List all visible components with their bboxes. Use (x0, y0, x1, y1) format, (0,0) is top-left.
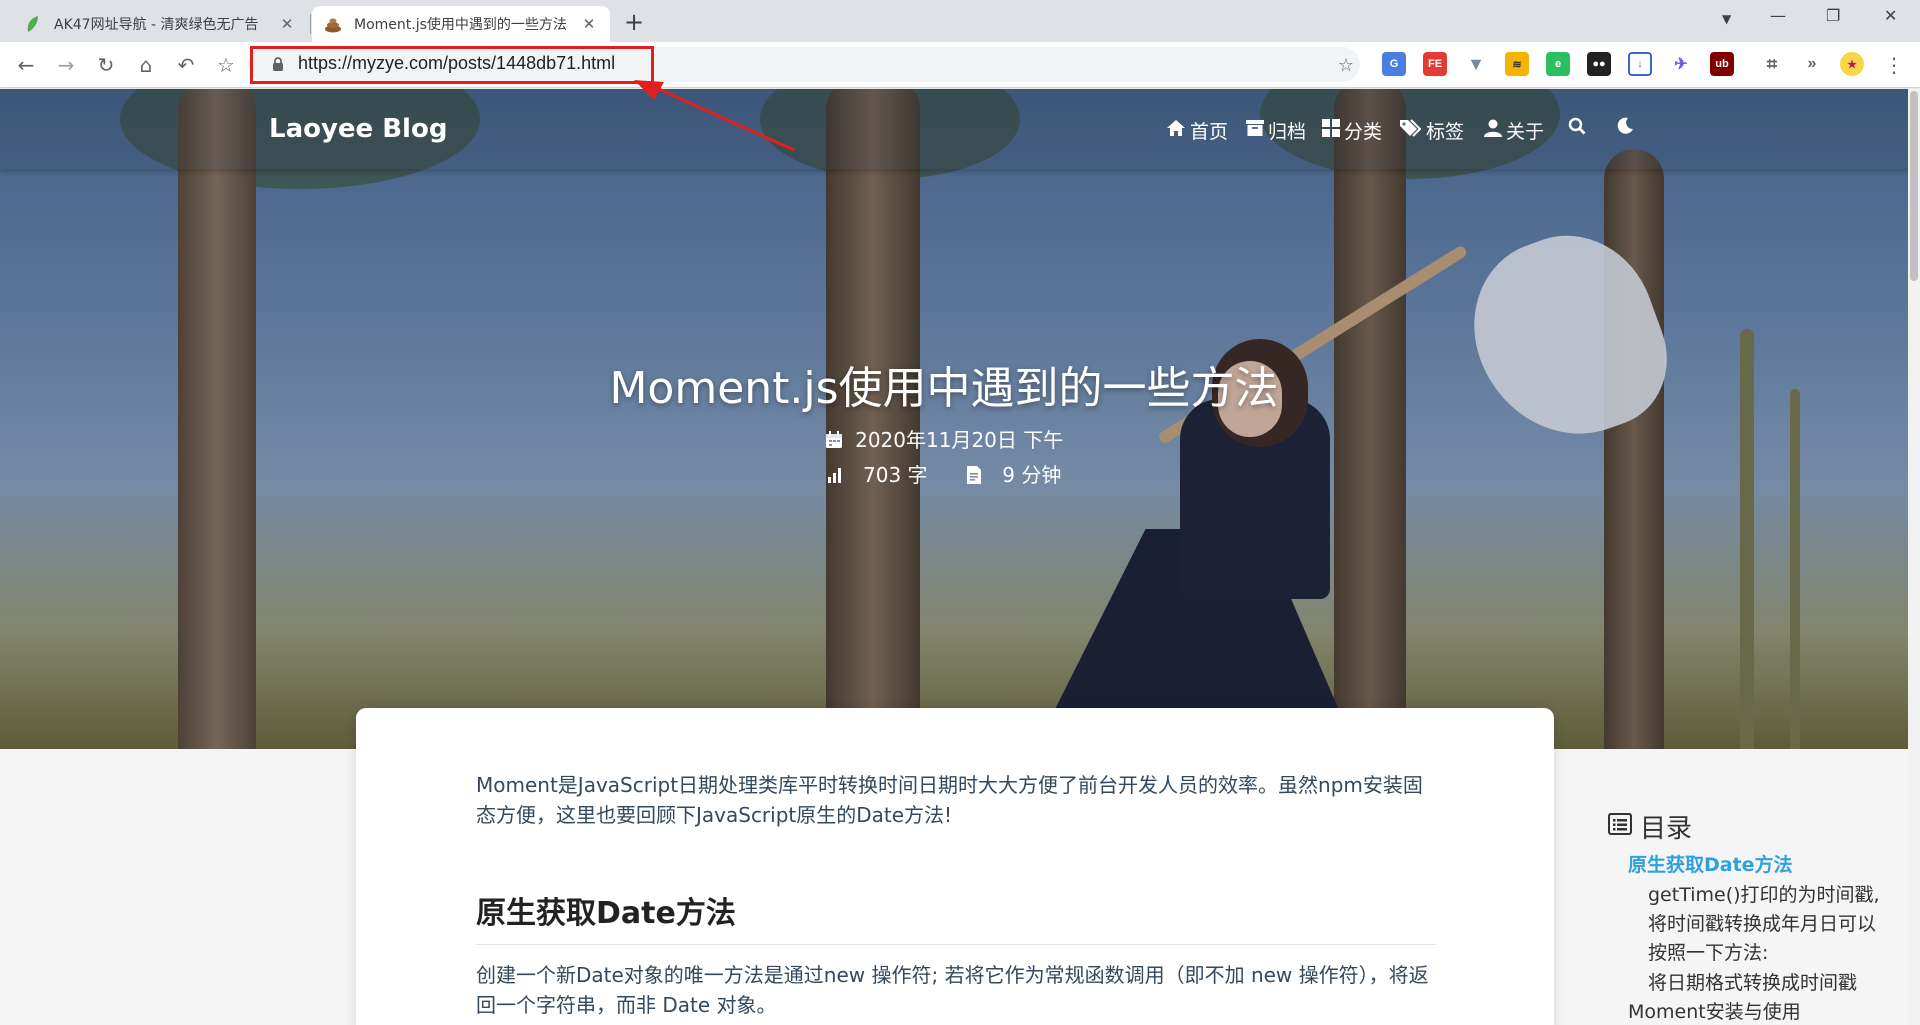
archive-icon (1246, 120, 1264, 141)
close-icon[interactable]: ✕ (580, 15, 598, 33)
tab-title: AK47网址导航 - 清爽绿色无广告 (54, 17, 259, 33)
post-title: Moment.js使用中遇到的一些方法 (609, 363, 1279, 414)
forward-icon[interactable]: → (52, 51, 80, 79)
nav-home[interactable]: 首页 (1166, 117, 1228, 144)
save-icon[interactable]: ↓ (1628, 52, 1652, 76)
read-time-text: 9 分钟 (1002, 463, 1062, 487)
tab-ak47[interactable]: AK47网址导航 - 清爽绿色无广告 ✕ (12, 6, 308, 42)
leaf-icon (24, 15, 42, 33)
translate-icon[interactable]: G (1382, 52, 1406, 76)
user-icon (1484, 119, 1502, 142)
nav-tags-label: 标签 (1426, 121, 1465, 143)
nav-category[interactable]: 分类 (1322, 117, 1382, 144)
annotation-arrow (634, 80, 795, 152)
section-heading: 原生获取Date方法 (476, 888, 1436, 945)
tab-strip: AK47网址导航 - 清爽绿色无广告 ✕ Moment.js使用中遇到的一些方法… (0, 0, 1920, 42)
toc-item[interactable]: 将日期格式转换成时间戳 (1648, 968, 1857, 998)
tab-search-icon[interactable]: ▼ (1722, 12, 1731, 26)
bookmark-page-icon[interactable]: ☆ (1332, 51, 1360, 79)
scrollbar-thumb[interactable] (1910, 91, 1918, 281)
nav-tags[interactable]: 标签 (1400, 117, 1464, 144)
tab-moment[interactable]: Moment.js使用中遇到的一些方法 ✕ (312, 6, 610, 42)
toc-item[interactable]: Moment安装与使用 (1628, 997, 1801, 1025)
post-date-text: 2020年11月20日 下午 (855, 428, 1064, 452)
toc-item[interactable]: 原生获取Date方法 (1628, 850, 1793, 880)
crop-icon[interactable]: ⌗ (1760, 52, 1784, 76)
document-icon (966, 465, 982, 489)
tampermonkey-icon[interactable]: ●● (1587, 52, 1611, 76)
undo-icon[interactable]: ↶ (172, 51, 200, 79)
reload-icon[interactable]: ↻ (92, 51, 120, 79)
tags-icon (1400, 119, 1422, 142)
ublock-icon[interactable]: ub (1710, 52, 1734, 76)
nav-archive-label: 归档 (1268, 121, 1307, 143)
toc-title-text: 目录 (1640, 814, 1693, 844)
toc-title: 目录 (1608, 808, 1692, 845)
post-date: 2020年11月20日 下午 (0, 424, 1888, 454)
new-tab-button[interactable]: + (624, 8, 644, 36)
rss-icon[interactable]: ≋ (1505, 52, 1529, 76)
category-icon (1322, 119, 1340, 142)
close-icon[interactable]: ✕ (278, 15, 296, 33)
close-window-icon[interactable]: ✕ (1884, 6, 1897, 25)
restore-icon[interactable]: ❐ (1826, 6, 1840, 25)
toc-item[interactable]: getTime()打印的为时间戳, (1648, 880, 1880, 910)
feather-icon[interactable]: ✈ (1669, 52, 1693, 76)
page-scrollbar[interactable] (1908, 89, 1920, 1025)
word-count-text: 703 字 (863, 463, 928, 487)
bookmark-star-icon[interactable]: ☆ (212, 51, 240, 79)
hero-banner (0, 89, 1920, 749)
calendar-icon (825, 430, 843, 454)
minimize-icon[interactable]: — (1770, 6, 1786, 25)
search-icon[interactable] (1568, 117, 1586, 135)
poop-icon (324, 15, 342, 33)
chevrons-icon[interactable]: » (1800, 52, 1824, 76)
back-icon[interactable]: ← (12, 51, 40, 79)
bar-chart-icon (827, 464, 843, 488)
post-intro: Moment是JavaScript日期处理类库平时转换时间日期时大大方便了前台开… (476, 773, 1423, 827)
list-icon (1608, 812, 1632, 842)
tab-title: Moment.js使用中遇到的一些方法 (354, 17, 567, 33)
nav-about-label: 关于 (1506, 121, 1545, 143)
fe-icon[interactable]: FE (1423, 52, 1447, 76)
toc-item[interactable]: 按照一下方法: (1648, 938, 1768, 968)
avatar-icon[interactable]: ★ (1840, 52, 1864, 76)
home-button-icon[interactable]: ⌂ (132, 51, 160, 79)
menu-kebab-icon[interactable]: ⋮ (1880, 51, 1908, 79)
vue-devtools-icon[interactable]: ▼ (1464, 52, 1488, 76)
site-logo[interactable]: Laoyee Blog (269, 114, 447, 144)
word-count: 703 字 (819, 463, 942, 487)
nav-archive[interactable]: 归档 (1246, 117, 1306, 144)
tab-divider (310, 14, 311, 34)
home-icon (1166, 119, 1186, 142)
read-time: 9 分钟 (958, 463, 1069, 487)
url-highlight-box (250, 46, 654, 84)
evernote-icon[interactable]: e (1546, 52, 1570, 76)
nav-about[interactable]: 关于 (1484, 117, 1544, 144)
nav-category-label: 分类 (1344, 121, 1383, 143)
section-paragraph: 创建一个新Date对象的唯一方法是通过new 操作符; 若将它作为常规函数调用（… (476, 963, 1429, 1017)
dark-mode-icon[interactable] (1616, 117, 1634, 135)
nav-home-label: 首页 (1190, 121, 1229, 143)
toc-item[interactable]: 将时间戳转换成年月日可以 (1648, 909, 1876, 939)
post-meta: 703 字 9 分钟 (0, 459, 1888, 489)
